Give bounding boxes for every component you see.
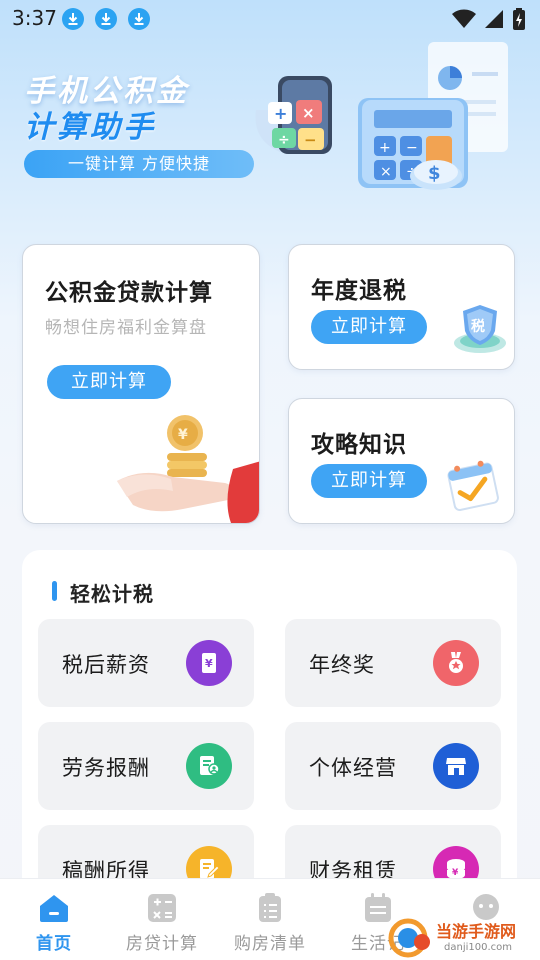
loan-calculator-card[interactable]: 公积金贷款计算 畅想住房福利金算盘 立即计算 ¥ [22, 244, 260, 524]
svg-text:¥: ¥ [205, 657, 213, 670]
salary-icon: ¥ [186, 640, 232, 686]
status-bar: 3:37 [0, 0, 540, 36]
download-notification-icon [62, 8, 84, 30]
tax-item-label: 税后薪资 [62, 653, 150, 677]
svg-text:−: − [304, 131, 317, 149]
section-accent-bar [52, 581, 57, 601]
svg-text:+: + [274, 104, 287, 123]
tax-refund-card[interactable]: 年度退税 立即计算 税 [288, 244, 515, 370]
download-notification-icon [95, 8, 117, 30]
svg-text:×: × [302, 104, 315, 122]
svg-text:$: $ [428, 163, 441, 184]
medal-icon [433, 640, 479, 686]
tax-item-label: 个体经营 [309, 756, 397, 780]
loan-card-title: 公积金贷款计算 [45, 280, 213, 306]
battery-icon [513, 8, 525, 30]
svg-text:+: + [379, 140, 391, 156]
svg-text:税: 税 [471, 318, 485, 335]
easy-tax-title: 轻松计税 [70, 582, 154, 606]
home-icon [40, 895, 68, 922]
wifi-icon [452, 9, 476, 28]
hand-coins-icon: ¥ [117, 415, 259, 523]
banner-title-highlight: 计算助手 [24, 110, 156, 145]
svg-text:¥: ¥ [178, 427, 188, 443]
watermark-url: danji100.com [444, 942, 512, 953]
nav-home[interactable]: 首页 [0, 879, 108, 960]
guide-card[interactable]: 攻略知识 立即计算 [288, 398, 515, 524]
tax-refund-calculate-button[interactable]: 立即计算 [311, 310, 427, 344]
nav-label: 房贷计算 [126, 934, 198, 954]
download-notification-icon [128, 8, 150, 30]
guide-title: 攻略知识 [311, 432, 407, 458]
site-watermark: 当游手游网 danji100.com [388, 912, 538, 960]
status-time: 3:37 [12, 6, 57, 30]
document-user-icon [186, 743, 232, 789]
nav-label: 购房清单 [234, 934, 306, 954]
shop-icon [433, 743, 479, 789]
tax-item-label: 劳务报酬 [62, 756, 150, 780]
svg-text:−: − [406, 140, 418, 156]
svg-text:÷: ÷ [278, 132, 290, 148]
tax-item-year-end-bonus[interactable]: 年终奖 [285, 619, 501, 707]
tax-shield-icon: 税 [454, 305, 506, 353]
watermark-text: 当游手游网 [436, 922, 517, 941]
nav-label: 首页 [36, 934, 72, 954]
guide-calculate-button[interactable]: 立即计算 [311, 464, 427, 498]
nav-mortgage-calculator[interactable]: 房贷计算 [108, 879, 216, 960]
calendar-check-icon [447, 460, 499, 511]
checklist-icon [259, 893, 281, 922]
loan-calculate-button[interactable]: 立即计算 [47, 365, 171, 399]
signal-icon [485, 10, 503, 28]
svg-text:×: × [380, 164, 392, 180]
svg-text:¥: ¥ [452, 868, 459, 878]
nav-house-checklist[interactable]: 购房清单 [216, 879, 324, 960]
tax-item-labor-remuneration[interactable]: 劳务报酬 [38, 722, 254, 810]
loan-card-subtitle: 畅想住房福利金算盘 [45, 318, 207, 338]
tax-refund-title: 年度退税 [311, 278, 407, 304]
tax-item-label: 年终奖 [309, 653, 375, 677]
watermark-logo-icon [388, 918, 430, 958]
calculator-illustration: + − × ÷ $ + × ÷ − [255, 42, 508, 190]
banner-tagline: 一键计算 方便快捷 [24, 150, 254, 178]
calculator-icon [148, 894, 176, 922]
tax-item-salary[interactable]: 税后薪资 ¥ [38, 619, 254, 707]
tax-item-self-employed[interactable]: 个体经营 [285, 722, 501, 810]
